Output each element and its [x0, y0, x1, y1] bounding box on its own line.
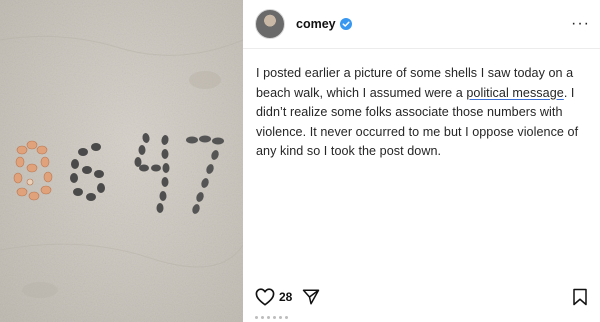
post-details-panel: comey ··· I posted earlier a picture of … [243, 0, 600, 322]
like-count[interactable]: 28 [279, 290, 292, 304]
post-caption: I posted earlier a picture of some shell… [256, 64, 586, 162]
send-icon[interactable] [302, 288, 320, 306]
verified-badge-icon [339, 18, 352, 30]
post-actions: 28 [255, 286, 588, 308]
avatar-stack-hint [255, 316, 288, 319]
post-photo[interactable] [0, 0, 243, 322]
caption-link[interactable]: political message [466, 86, 563, 100]
username-link[interactable]: comey [296, 17, 336, 31]
header-divider [243, 48, 600, 49]
beach-sand-image [0, 0, 243, 322]
heart-icon[interactable] [255, 288, 275, 306]
more-options-icon[interactable]: ··· [571, 16, 590, 32]
bookmark-icon[interactable] [572, 288, 588, 306]
instagram-post: comey ··· I posted earlier a picture of … [0, 0, 600, 322]
profile-avatar[interactable] [255, 9, 285, 39]
post-header: comey ··· [255, 8, 590, 40]
